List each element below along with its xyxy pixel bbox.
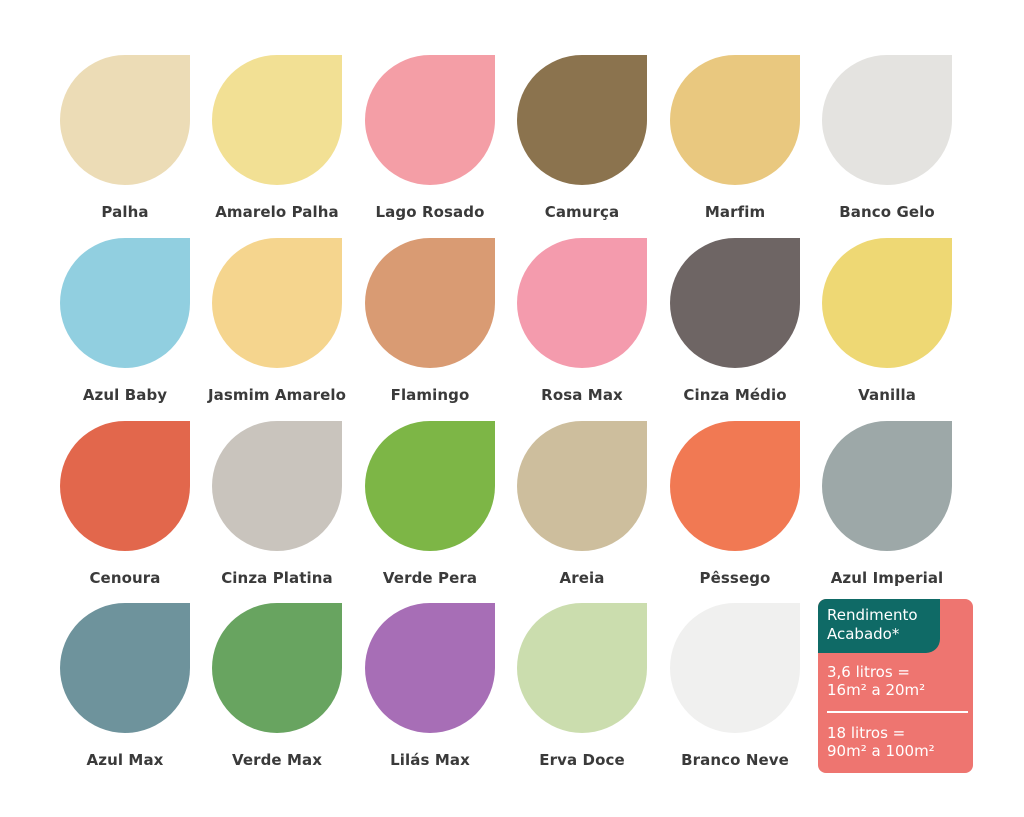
swatch-lilas-max[interactable]: Lilás Max	[354, 603, 506, 778]
coverage-title-line2: Acabado*	[827, 625, 900, 643]
swatch-cinza-medio[interactable]: Cinza Médio	[659, 238, 811, 413]
swatch-erva-doce[interactable]: Erva Doce	[506, 603, 658, 778]
color-drop	[212, 238, 342, 368]
swatch-verde-pera[interactable]: Verde Pera	[354, 421, 506, 596]
swatch-label: Lago Rosado	[375, 203, 485, 221]
swatch-rosa-max[interactable]: Rosa Max	[506, 238, 658, 413]
swatch-label: Flamingo	[390, 386, 470, 404]
swatch-azul-baby[interactable]: Azul Baby	[49, 238, 201, 413]
swatch-camurca[interactable]: Camurça	[506, 55, 658, 230]
swatch-label: Banco Gelo	[839, 203, 935, 221]
swatch-label: Camurça	[544, 203, 620, 221]
swatch-areia[interactable]: Areia	[506, 421, 658, 596]
swatch-azul-max[interactable]: Azul Max	[49, 603, 201, 778]
swatch-label: Areia	[559, 569, 605, 587]
color-drop	[822, 421, 952, 551]
color-drop	[517, 603, 647, 733]
color-drop	[60, 55, 190, 185]
swatch-label: Verde Max	[231, 751, 323, 769]
swatch-label: Marfim	[704, 203, 766, 221]
swatch-label: Azul Baby	[82, 386, 168, 404]
swatch-label: Cenoura	[89, 569, 161, 587]
color-drop	[60, 238, 190, 368]
color-drop	[60, 421, 190, 551]
swatch-label: Azul Imperial	[830, 569, 944, 587]
coverage-small-line1: 3,6 litros =	[827, 663, 911, 681]
swatch-label: Azul Max	[86, 751, 164, 769]
swatch-pessego[interactable]: Pêssego	[659, 421, 811, 596]
swatch-label: Cinza Médio	[683, 386, 787, 404]
swatch-label: Amarelo Palha	[215, 203, 339, 221]
color-drop	[517, 55, 647, 185]
coverage-info-panel: Rendimento Acabado* 3,6 litros = 16m² a …	[818, 599, 973, 773]
swatch-palha[interactable]: Palha	[49, 55, 201, 230]
swatch-label: Vanilla	[858, 386, 916, 404]
swatch-label: Branco Neve	[681, 751, 789, 769]
color-drop	[670, 421, 800, 551]
swatch-flamingo[interactable]: Flamingo	[354, 238, 506, 413]
coverage-large-line1: 18 litros =	[827, 724, 906, 742]
color-drop	[212, 421, 342, 551]
color-drop	[670, 55, 800, 185]
swatch-jasmim-amarelo[interactable]: Jasmim Amarelo	[201, 238, 353, 413]
color-drop	[822, 55, 952, 185]
color-drop	[212, 603, 342, 733]
swatch-label: Rosa Max	[541, 386, 623, 404]
swatch-label: Erva Doce	[539, 751, 625, 769]
coverage-title-box: Rendimento Acabado*	[818, 599, 940, 653]
color-drop	[365, 55, 495, 185]
color-drop	[670, 238, 800, 368]
coverage-small-line2: 16m² a 20m²	[827, 681, 926, 699]
swatch-label: Pêssego	[699, 569, 771, 587]
color-drop	[365, 421, 495, 551]
color-drop	[822, 238, 952, 368]
swatch-banco-gelo[interactable]: Banco Gelo	[811, 55, 963, 230]
color-drop	[517, 238, 647, 368]
swatch-cenoura[interactable]: Cenoura	[49, 421, 201, 596]
swatch-label: Lilás Max	[390, 751, 470, 769]
color-drop	[670, 603, 800, 733]
color-drop	[517, 421, 647, 551]
swatch-azul-imperial[interactable]: Azul Imperial	[811, 421, 963, 596]
swatch-amarelo-palha[interactable]: Amarelo Palha	[201, 55, 353, 230]
swatch-label: Jasmim Amarelo	[207, 386, 347, 404]
swatch-marfim[interactable]: Marfim	[659, 55, 811, 230]
coverage-title-line1: Rendimento	[827, 606, 918, 624]
swatch-lago-rosado[interactable]: Lago Rosado	[354, 55, 506, 230]
color-drop	[365, 238, 495, 368]
swatch-vanilla[interactable]: Vanilla	[811, 238, 963, 413]
swatch-label: Verde Pera	[382, 569, 478, 587]
color-drop	[60, 603, 190, 733]
swatch-verde-max[interactable]: Verde Max	[201, 603, 353, 778]
swatch-cinza-platina[interactable]: Cinza Platina	[201, 421, 353, 596]
color-drop	[365, 603, 495, 733]
swatch-label: Cinza Platina	[221, 569, 333, 587]
color-drop	[212, 55, 342, 185]
swatch-branco-neve[interactable]: Branco Neve	[659, 603, 811, 778]
coverage-large-line2: 90m² a 100m²	[827, 742, 935, 760]
coverage-divider	[827, 711, 968, 713]
swatch-label: Palha	[101, 203, 149, 221]
